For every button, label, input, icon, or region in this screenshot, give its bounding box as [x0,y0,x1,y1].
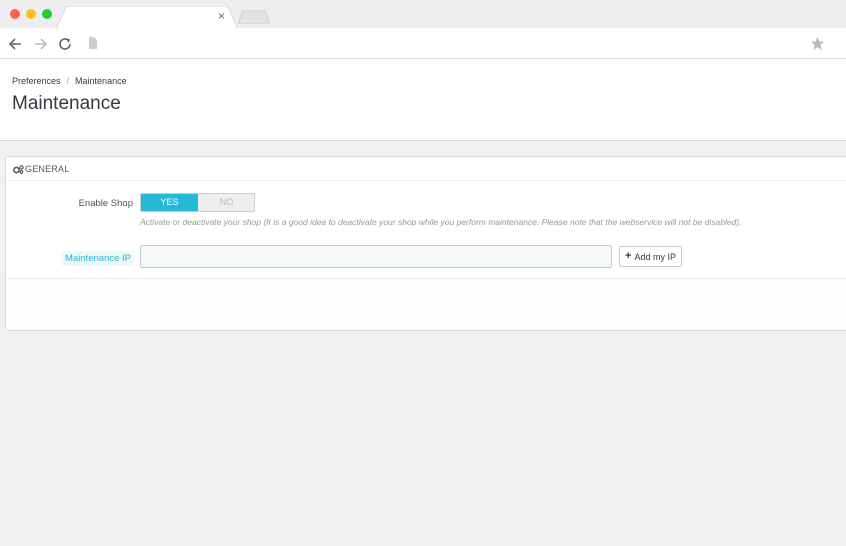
bookmark-star-icon[interactable] [810,36,825,51]
enable-shop-help-text: Activate or deactivate your shop (It is … [140,217,742,227]
browser-toolbar [0,28,846,59]
switch-no-option[interactable]: NO [198,194,254,211]
breadcrumb-separator: / [66,76,70,86]
breadcrumb: Preferences / Maintenance [12,76,127,86]
panel-footer [6,278,846,330]
enable-shop-switch[interactable]: YES NO [140,193,255,212]
url-field[interactable] [84,32,834,54]
page-header: Preferences / Maintenance Maintenance [0,59,846,141]
cogs-icon [13,165,24,174]
general-panel: GENERAL Enable Shop YES NO Activate or d… [5,156,846,331]
browser-tab[interactable] [56,6,238,29]
add-my-ip-button[interactable]: + Add my IP [619,246,682,267]
forward-arrow-icon[interactable] [32,36,48,52]
maintenance-ip-input[interactable] [140,245,612,268]
breadcrumb-current: Maintenance [75,76,127,86]
page-icon [89,37,97,49]
close-window-button[interactable] [10,9,20,19]
switch-yes-option[interactable]: YES [141,194,198,211]
enable-shop-label: Enable Shop [78,198,133,209]
window-controls [10,9,52,19]
panel-heading: GENERAL [6,157,846,181]
new-tab-button[interactable] [238,10,270,24]
page-title: Maintenance [12,93,121,114]
minimize-window-button[interactable] [26,9,36,19]
reload-icon[interactable] [57,36,73,52]
back-arrow-icon[interactable] [8,36,24,52]
maximize-window-button[interactable] [42,9,52,19]
browser-tab-bar: × [0,0,846,29]
tab-close-icon[interactable]: × [218,10,225,22]
maintenance-ip-label[interactable]: Maintenance IP [62,251,135,266]
add-my-ip-label: Add my IP [634,251,676,262]
panel-title: GENERAL [25,164,70,174]
breadcrumb-parent[interactable]: Preferences [12,76,61,86]
plus-icon: + [625,250,632,262]
